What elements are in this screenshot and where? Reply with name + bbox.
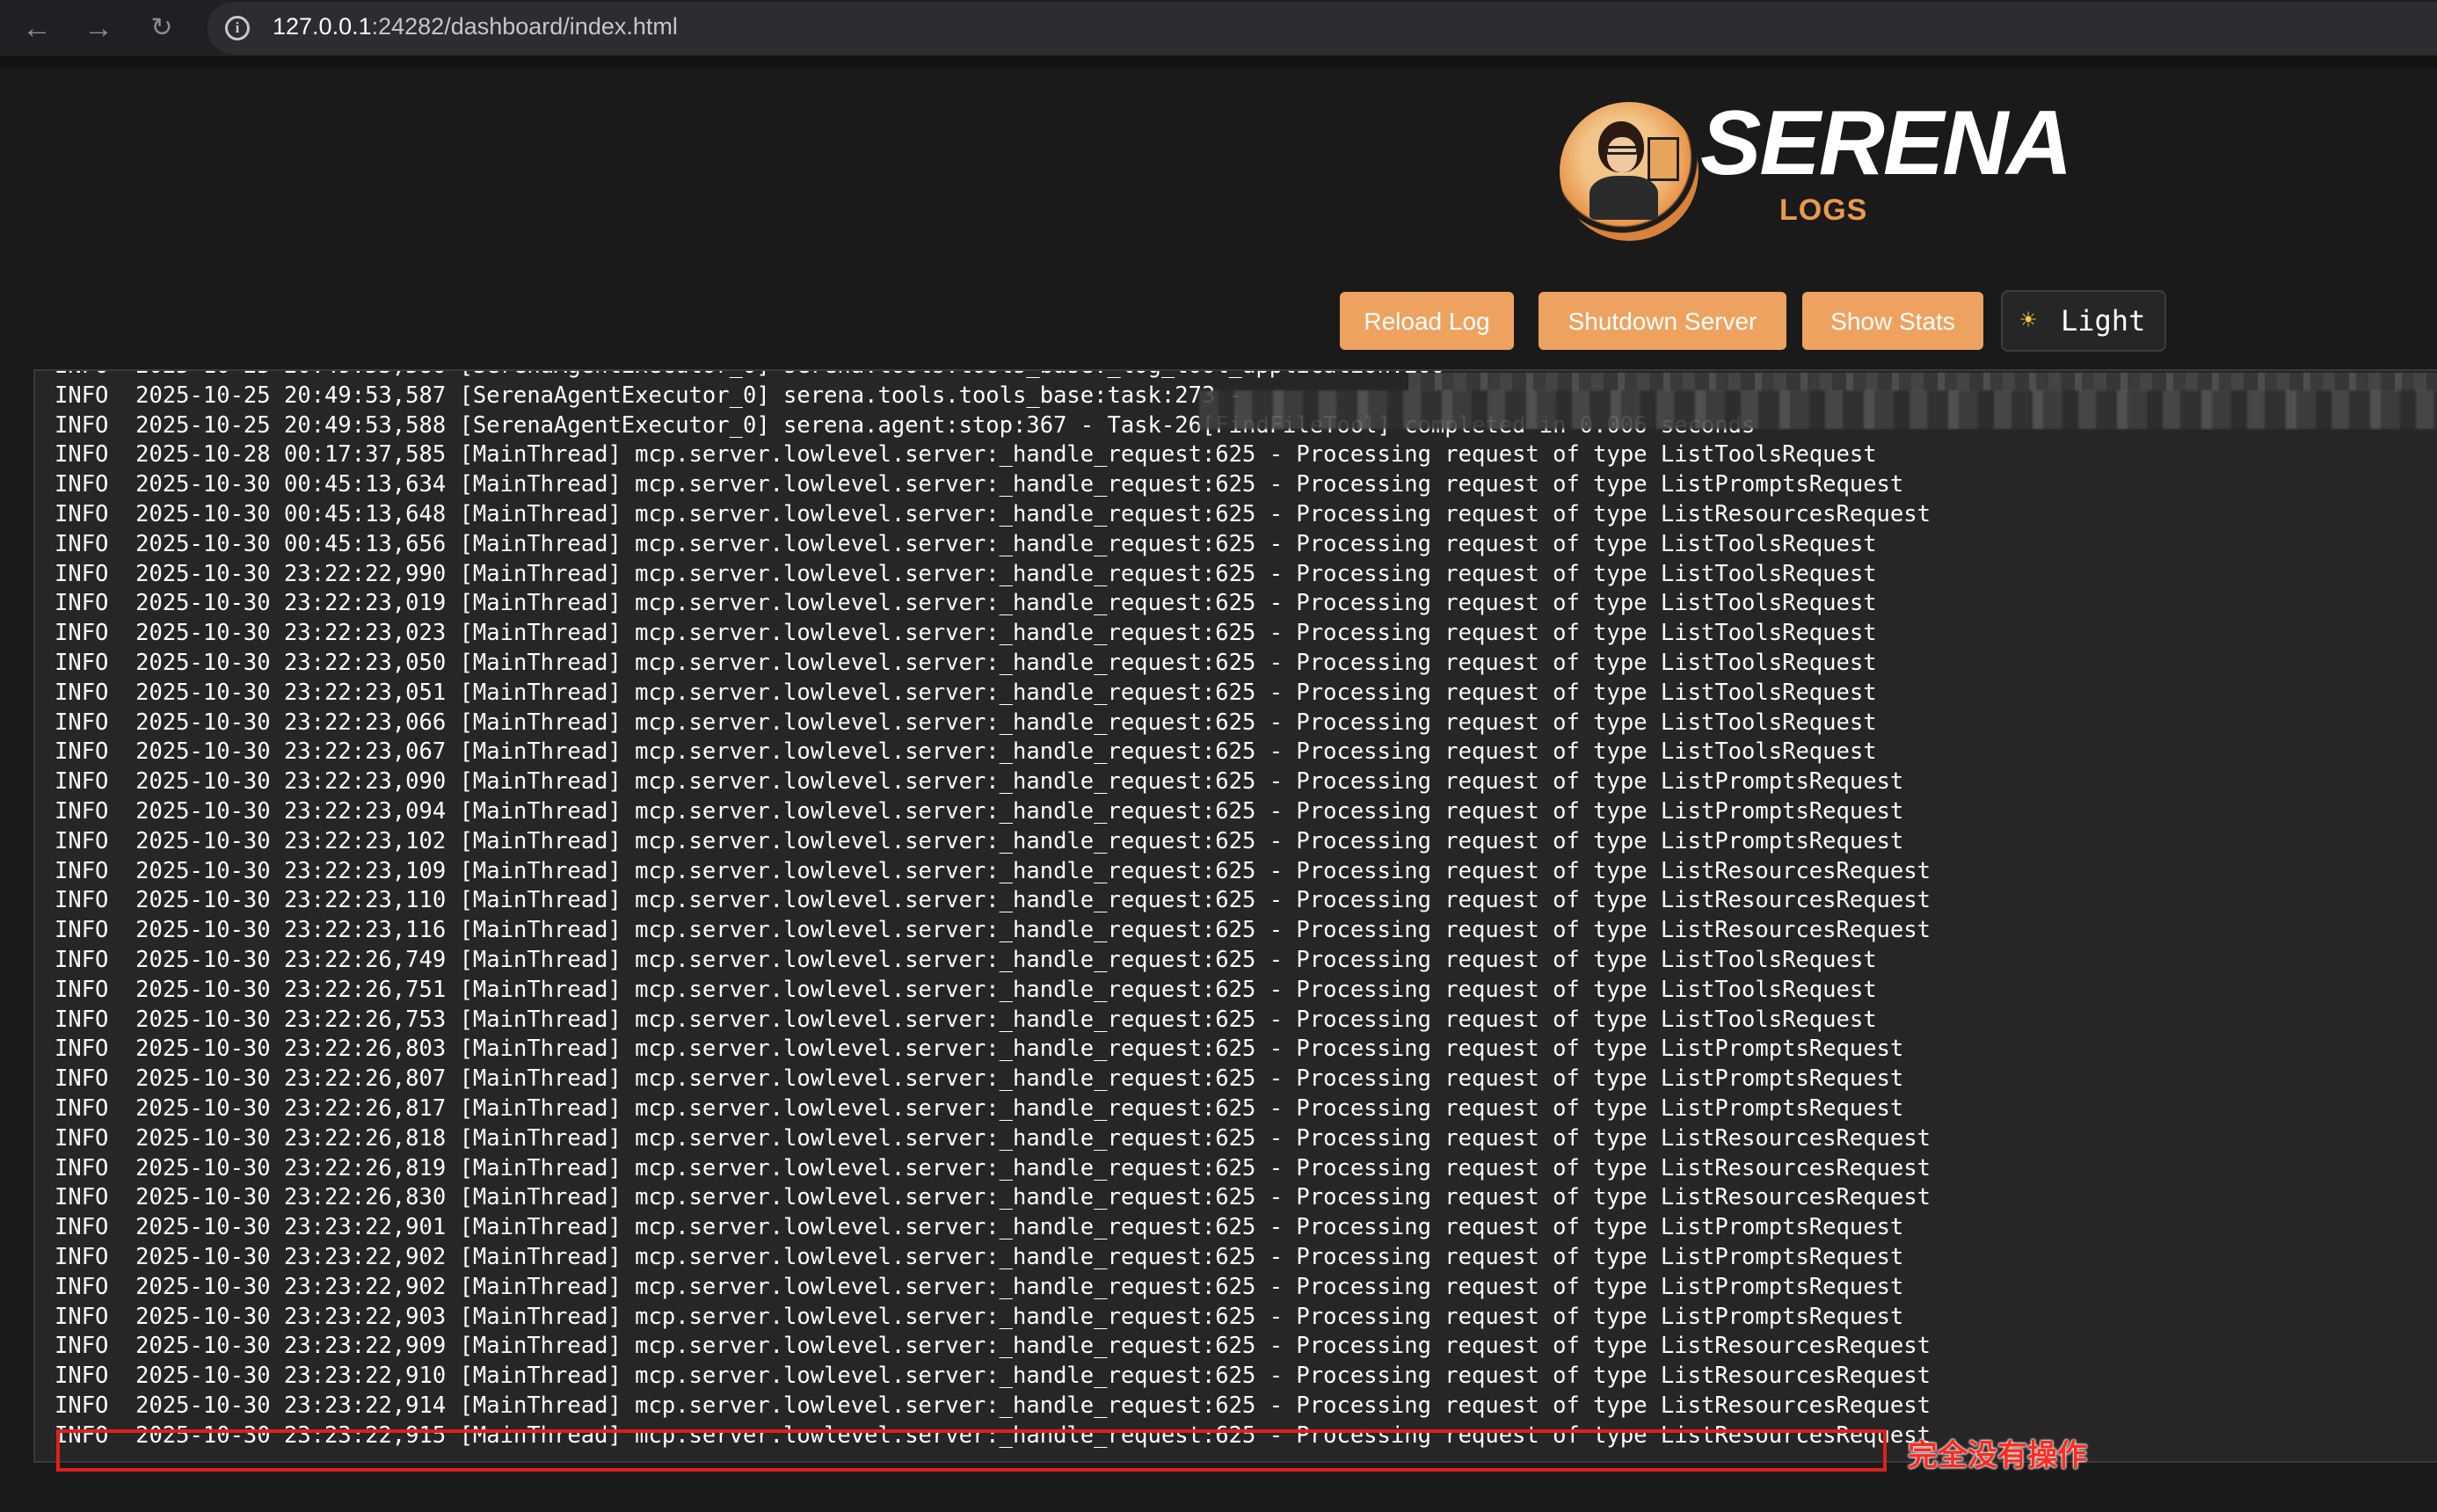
url-path: :24282/dashboard/index.html <box>371 13 678 40</box>
redacted-region <box>1408 373 2437 392</box>
redacted-region <box>1199 390 2437 429</box>
site-info-icon[interactable]: i <box>225 16 250 40</box>
browser-toolbar: ← → ↻ i 127.0.0.1:24282/dashboard/index.… <box>0 0 2437 56</box>
log-line: INFO 2025-10-28 00:17:37,585 [MainThread… <box>55 441 1877 469</box>
log-line: INFO 2025-10-30 23:23:22,902 [MainThread… <box>55 1273 1904 1300</box>
log-line: INFO 2025-10-30 23:22:26,803 [MainThread… <box>55 1036 1904 1063</box>
url-host: 127.0.0.1 <box>273 13 372 40</box>
reload-icon[interactable]: ↻ <box>141 7 183 49</box>
sun-icon: ☀ <box>2020 305 2037 336</box>
serena-logo: SERENA LOGS <box>1560 92 2072 250</box>
address-bar[interactable]: i 127.0.0.1:24282/dashboard/index.html <box>207 2 2437 55</box>
theme-toggle-label: Light <box>2061 304 2146 338</box>
annotation-highlight-box <box>56 1429 1887 1472</box>
log-line: INFO 2025-10-30 23:22:26,817 [MainThread… <box>55 1094 1904 1122</box>
log-line: INFO 2025-10-30 00:45:13,648 [MainThread… <box>55 500 1931 527</box>
show-stats-button[interactable]: Show Stats <box>1802 292 1983 350</box>
log-line: INFO 2025-10-30 23:23:22,909 [MainThread… <box>55 1333 1931 1360</box>
shutdown-server-button[interactable]: Shutdown Server <box>1539 292 1786 350</box>
log-line: INFO 2025-10-30 23:22:26,830 [MainThread… <box>55 1184 1931 1211</box>
brand-title: SERENA <box>1700 92 2072 194</box>
serena-avatar-icon <box>1560 102 1699 241</box>
log-line: INFO 2025-10-30 23:22:22,990 [MainThread… <box>55 560 1877 587</box>
log-line: INFO 2025-10-30 23:22:23,094 [MainThread… <box>55 797 1904 825</box>
log-line: INFO 2025-10-30 23:22:23,023 [MainThread… <box>55 620 1877 647</box>
log-line: INFO 2025-10-30 23:22:23,066 [MainThread… <box>55 709 1877 736</box>
log-line: INFO 2025-10-30 23:22:23,090 [MainThread… <box>55 768 1904 796</box>
log-line: INFO 2025-10-30 23:22:26,749 [MainThread… <box>55 946 1877 973</box>
annotation-label: 完全没有操作 <box>1908 1438 2087 1473</box>
log-line: INFO 2025-10-30 23:22:23,067 [MainThread… <box>55 738 1877 766</box>
log-line: INFO 2025-10-30 23:22:26,753 [MainThread… <box>55 1006 1877 1033</box>
log-line: INFO 2025-10-30 23:22:23,116 [MainThread… <box>55 917 1931 944</box>
log-line: INFO 2025-10-30 23:22:23,110 [MainThread… <box>55 887 1931 914</box>
log-line: INFO 2025-10-30 23:22:23,102 [MainThread… <box>55 827 1904 854</box>
log-line: INFO 2025-10-30 23:23:22,914 [MainThread… <box>55 1392 1931 1419</box>
log-line: INFO 2025-10-30 23:22:23,019 [MainThread… <box>55 590 1877 617</box>
log-line: INFO 2025-10-30 23:23:22,903 [MainThread… <box>55 1303 1904 1330</box>
log-line: INFO 2025-10-30 23:22:23,051 [MainThread… <box>55 679 1877 706</box>
log-line: INFO 2025-10-30 23:22:26,751 [MainThread… <box>55 976 1877 1003</box>
log-line: INFO 2025-10-30 23:23:22,901 [MainThread… <box>55 1214 1904 1241</box>
log-line: INFO 2025-10-30 00:45:13,634 [MainThread… <box>55 471 1904 498</box>
forward-arrow-icon[interactable]: → <box>77 7 120 49</box>
url-text[interactable]: 127.0.0.1:24282/dashboard/index.html <box>273 13 678 40</box>
theme-toggle-button[interactable]: ☀ Light <box>2001 290 2166 352</box>
back-arrow-icon[interactable]: ← <box>16 7 58 49</box>
log-line: INFO 2025-10-30 23:22:26,819 [MainThread… <box>55 1154 1931 1181</box>
log-line: INFO 2025-10-30 23:22:23,050 [MainThread… <box>55 649 1877 676</box>
log-line: INFO 2025-10-30 23:23:22,910 [MainThread… <box>55 1363 1931 1390</box>
log-line: INFO 2025-10-30 23:22:26,807 [MainThread… <box>55 1065 1904 1093</box>
reload-log-button[interactable]: Reload Log <box>1340 292 1514 350</box>
chrome-separator <box>0 56 2437 69</box>
log-line: INFO 2025-10-30 23:22:26,818 [MainThread… <box>55 1124 1931 1152</box>
log-line: INFO 2025-10-30 23:23:22,902 [MainThread… <box>55 1243 1904 1270</box>
log-line: INFO 2025-10-30 00:45:13,656 [MainThread… <box>55 530 1877 557</box>
log-lines: INFO 2025-10-25 20:49:53,586 [SerenaAgen… <box>55 371 1931 1450</box>
brand-subtitle: LOGS <box>1779 193 1868 227</box>
log-line: INFO 2025-10-30 23:22:23,109 [MainThread… <box>55 857 1931 884</box>
log-panel[interactable]: INFO 2025-10-25 20:49:53,586 [SerenaAgen… <box>33 369 2437 1463</box>
